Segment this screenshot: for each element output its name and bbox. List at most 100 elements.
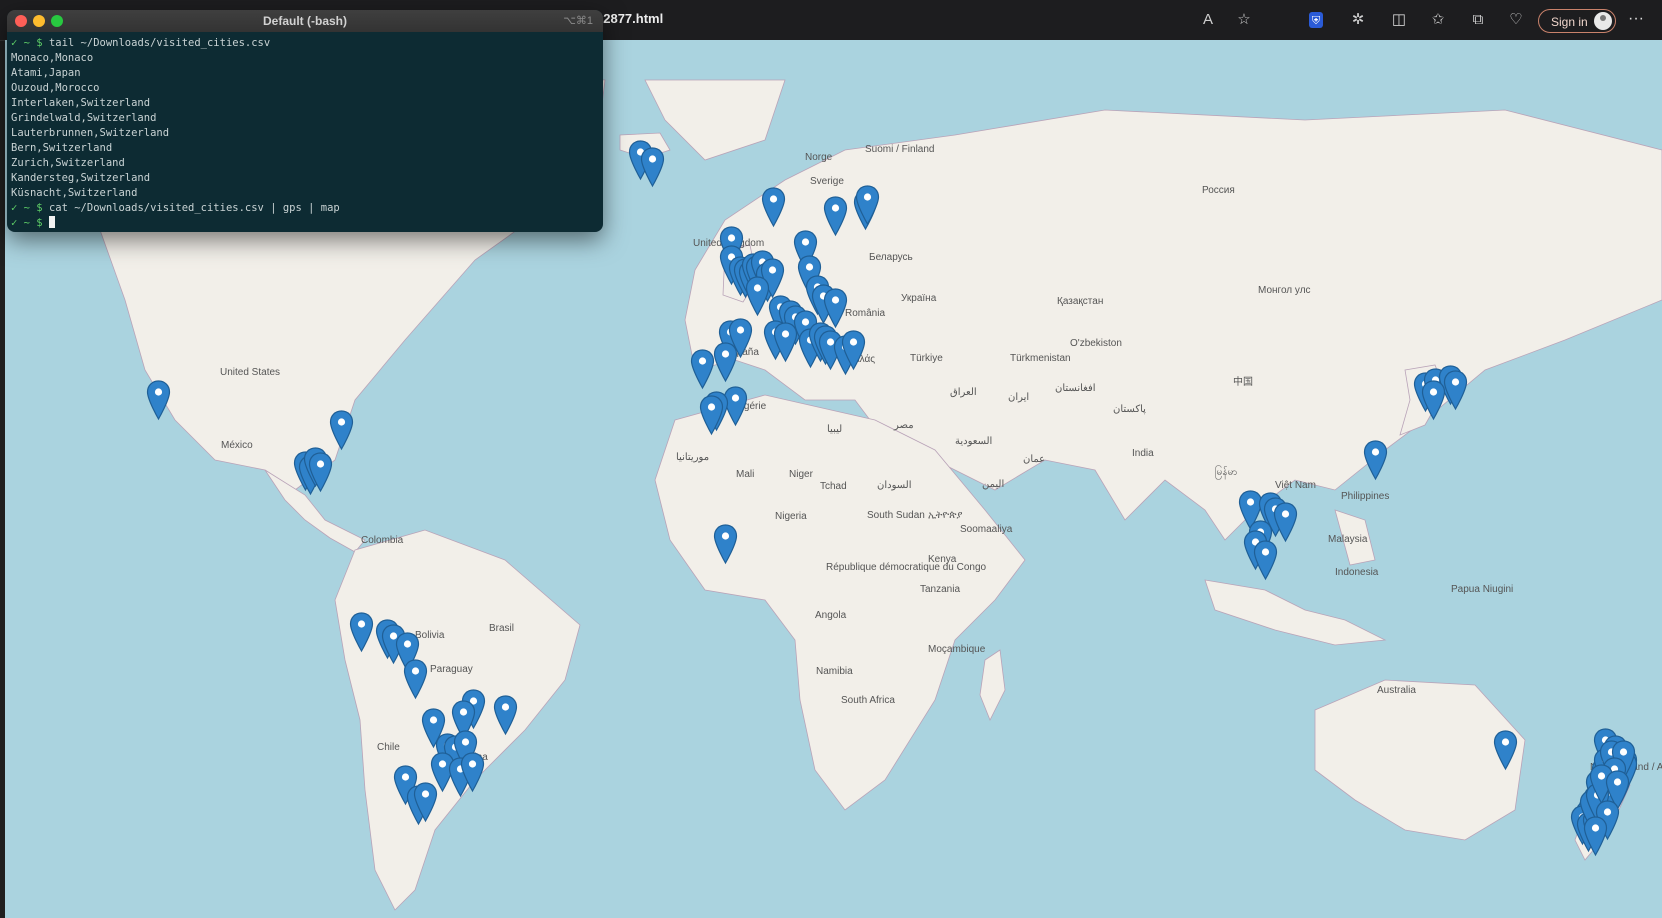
map-marker[interactable] bbox=[1493, 730, 1518, 771]
map-place-label: Монгол улс bbox=[1258, 285, 1311, 296]
split-screen-icon[interactable]: ◫ bbox=[1390, 11, 1408, 29]
map-marker[interactable] bbox=[329, 410, 354, 451]
terminal-line-text: Kandersteg,Switzerland bbox=[11, 172, 151, 184]
address-bar-url[interactable]: 32877.html bbox=[596, 11, 663, 26]
terminal-cursor bbox=[48, 216, 55, 228]
terminal-output-line: Grindelwald,Switzerland bbox=[11, 111, 599, 126]
browser-essentials-icon[interactable]: ♡ bbox=[1507, 11, 1525, 29]
map-place-label: Philippines bbox=[1341, 491, 1390, 502]
map-marker[interactable] bbox=[745, 276, 770, 317]
map-marker[interactable] bbox=[460, 752, 485, 793]
map-place-label: Indonesia bbox=[1335, 567, 1379, 578]
terminal-output-line: Monaco,Monaco bbox=[11, 51, 599, 66]
terminal-output-line: Lauterbrunnen,Switzerland bbox=[11, 126, 599, 141]
map-marker[interactable] bbox=[308, 452, 333, 493]
map-place-label: Suomi / Finland bbox=[865, 144, 935, 155]
bitwarden-shield-icon[interactable]: ⛨ bbox=[1309, 12, 1323, 28]
terminal-command-line: ✓ ~ $ bbox=[11, 216, 599, 231]
map-place-label: Tanzania bbox=[920, 584, 961, 595]
terminal-output-line: Kandersteg,Switzerland bbox=[11, 171, 599, 186]
map-place-label: Nigeria bbox=[775, 511, 807, 522]
terminal-shortcut: ⌥⌘1 bbox=[563, 15, 593, 27]
map-place-label: افغانستان bbox=[1055, 383, 1096, 394]
avatar-icon bbox=[1594, 12, 1612, 30]
map-place-label: پاکستان bbox=[1113, 404, 1146, 415]
map-place-label: South Sudan bbox=[867, 510, 925, 521]
map-place-label: Україна bbox=[901, 293, 937, 304]
map-marker[interactable] bbox=[690, 349, 715, 390]
terminal-line-text: Atami,Japan bbox=[11, 67, 81, 79]
map-place-label: ኢትዮጵያ bbox=[928, 510, 963, 521]
map-place-label: မြန်မာ bbox=[1215, 467, 1238, 478]
terminal-command-line: ✓ ~ $ cat ~/Downloads/visited_cities.csv… bbox=[11, 201, 599, 216]
map-place-label: Papua Niugini bbox=[1451, 584, 1514, 595]
map-marker[interactable] bbox=[761, 187, 786, 228]
collections-icon[interactable]: ⧉ bbox=[1469, 11, 1487, 29]
map-place-label: العراق bbox=[950, 387, 977, 398]
map-marker[interactable] bbox=[841, 330, 866, 371]
extensions-icon[interactable]: ✲ bbox=[1349, 11, 1367, 29]
map-place-label: Türkiye bbox=[910, 353, 943, 364]
map-marker[interactable] bbox=[713, 524, 738, 565]
map-marker[interactable] bbox=[1421, 380, 1446, 421]
sign-in-button[interactable]: Sign in bbox=[1538, 9, 1616, 33]
map-marker[interactable] bbox=[855, 185, 880, 226]
map-place-label: République démocratique du Congo bbox=[826, 562, 987, 573]
map-place-label: Malaysia bbox=[1328, 534, 1368, 545]
terminal-titlebar[interactable]: Default (-bash) ⌥⌘1 bbox=[7, 10, 603, 32]
favorites-icon[interactable]: ✩ bbox=[1429, 11, 1447, 29]
terminal-output-line: Küsnacht,Switzerland bbox=[11, 186, 599, 201]
terminal-prompt: ✓ ~ $ bbox=[11, 37, 49, 49]
terminal-title: Default (-bash) bbox=[263, 14, 347, 28]
map-place-label: O'zbekiston bbox=[1070, 338, 1122, 349]
map-place-label: Namibia bbox=[816, 666, 853, 677]
map-place-label: Türkmenistan bbox=[1010, 353, 1071, 364]
map-place-label: India bbox=[1132, 448, 1154, 459]
read-aloud-icon[interactable]: A bbox=[1199, 11, 1217, 29]
terminal-line-text: Zurich,Switzerland bbox=[11, 157, 125, 169]
terminal-line-text: Bern,Switzerland bbox=[11, 142, 113, 154]
map-place-label: México bbox=[221, 440, 253, 451]
map-marker[interactable] bbox=[699, 395, 724, 436]
map-marker[interactable] bbox=[1443, 370, 1468, 411]
favorite-star-icon[interactable]: ☆ bbox=[1235, 11, 1253, 29]
terminal-line-text: Küsnacht,Switzerland bbox=[11, 187, 138, 199]
map-marker[interactable] bbox=[1273, 502, 1298, 543]
terminal-line-text: Grindelwald,Switzerland bbox=[11, 112, 157, 124]
map-place-label: Australia bbox=[1377, 685, 1416, 696]
map-place-label: Norge bbox=[805, 152, 833, 163]
map-marker[interactable] bbox=[146, 380, 171, 421]
terminal-output-line: Interlaken,Switzerland bbox=[11, 96, 599, 111]
map-place-label: Беларусь bbox=[869, 252, 913, 263]
map-marker[interactable] bbox=[640, 147, 665, 188]
map-marker[interactable] bbox=[773, 322, 798, 363]
map-marker[interactable] bbox=[349, 612, 374, 653]
map-place-label: Tchad bbox=[820, 481, 847, 492]
map-place-label: السعودية bbox=[955, 436, 993, 447]
map-place-label: Colombia bbox=[361, 535, 404, 546]
terminal-command-line: ✓ ~ $ tail ~/Downloads/visited_cities.cs… bbox=[11, 36, 599, 51]
terminal-line-text: Lauterbrunnen,Switzerland bbox=[11, 127, 170, 139]
terminal-line-text: Ouzoud,Morocco bbox=[11, 82, 100, 94]
terminal-prompt: ✓ ~ $ bbox=[11, 202, 49, 214]
map-place-label: ليبيا bbox=[827, 424, 843, 435]
map-marker[interactable] bbox=[713, 342, 738, 383]
map-marker[interactable] bbox=[403, 659, 428, 700]
map-marker[interactable] bbox=[1583, 816, 1608, 857]
map-marker[interactable] bbox=[823, 196, 848, 237]
terminal-output-line: Zurich,Switzerland bbox=[11, 156, 599, 171]
map-place-label: موريتانيا bbox=[676, 452, 710, 463]
map-marker[interactable] bbox=[1363, 440, 1388, 481]
map-place-label: Қазақстан bbox=[1057, 296, 1104, 307]
terminal-window[interactable]: Default (-bash) ⌥⌘1 ✓ ~ $ tail ~/Downloa… bbox=[7, 10, 603, 232]
map-place-label: România bbox=[845, 308, 886, 319]
more-menu-button[interactable]: ··· bbox=[1628, 10, 1644, 28]
map-marker[interactable] bbox=[493, 695, 518, 736]
map-marker[interactable] bbox=[1253, 540, 1278, 581]
terminal-prompt: ✓ ~ $ bbox=[11, 217, 49, 229]
map-place-label: السودان bbox=[877, 480, 912, 491]
map-marker[interactable] bbox=[413, 782, 438, 823]
terminal-output[interactable]: ✓ ~ $ tail ~/Downloads/visited_cities.cs… bbox=[7, 32, 603, 232]
map-place-label: ایران bbox=[1008, 392, 1030, 403]
sign-in-label: Sign in bbox=[1551, 15, 1588, 29]
